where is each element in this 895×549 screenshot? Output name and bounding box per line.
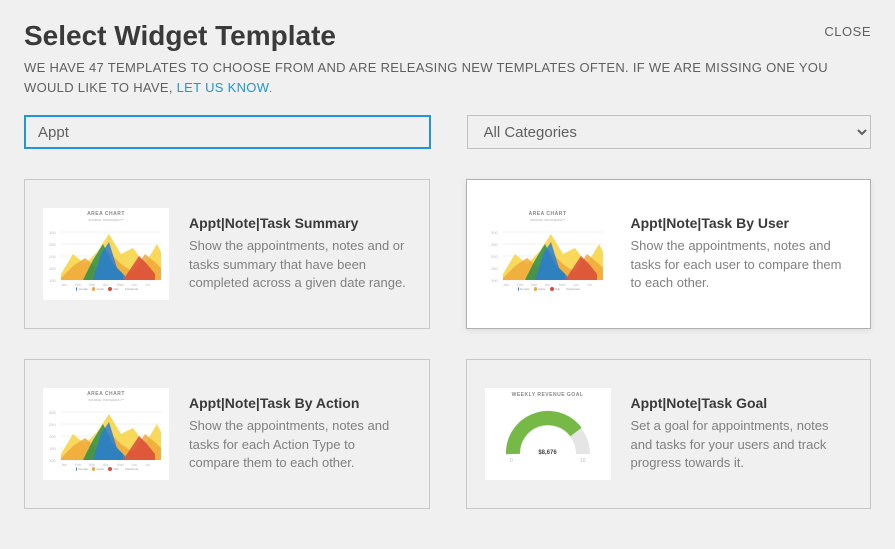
page-subtitle: WE HAVE 47 TEMPLATES TO CHOOSE FROM AND … [24,58,871,97]
svg-text:Apr: Apr [103,283,109,286]
svg-text:Feb: Feb [75,283,81,286]
svg-text:300: 300 [491,230,498,235]
card-content: Appt|Note|Task Summary Show the appointm… [189,215,409,294]
svg-text:Jul: Jul [145,283,150,286]
search-input[interactable] [24,115,431,149]
area-chart-icon: 300 250 200 150 100 JanFebMar AprMayJun … [47,224,165,286]
area-chart-thumbnail: AREA CHART SOURCE: INFOGRAPH™ 300 250 [43,388,169,480]
template-card[interactable]: AREA CHART SOURCE: INFOGRAPH™ 300 250 [466,179,872,329]
svg-text:300: 300 [49,230,56,235]
svg-text:250: 250 [49,422,56,427]
card-thumbnail: WEEKLY REVENUE GOAL 0 10 $8,676 [483,384,613,484]
svg-text:Mar: Mar [89,463,96,466]
let-us-know-link[interactable]: LET US KNOW [177,80,270,95]
svg-text:Jul: Jul [145,463,150,466]
area-chart-icon: 300 250 200 150 100 JanFebMar AprMayJun … [489,224,607,286]
svg-text:10: 10 [580,458,586,464]
area-chart-icon: 300 250 200 150 100 JanFebMar AprMayJun … [47,404,165,466]
svg-text:Feb: Feb [75,463,81,466]
svg-text:100: 100 [49,278,56,283]
card-content: Appt|Note|Task Goal Set a goal for appoi… [631,395,851,474]
svg-text:Jan: Jan [503,283,509,286]
svg-text:Apr: Apr [103,463,109,466]
template-card[interactable]: AREA CHART SOURCE: INFOGRAPH™ 300 250 [24,179,430,329]
card-thumbnail: AREA CHART SOURCE: INFOGRAPH™ 300 250 [483,204,613,304]
svg-text:May: May [117,463,124,466]
close-button[interactable]: CLOSE [824,24,871,39]
template-cards-grid: AREA CHART SOURCE: INFOGRAPH™ 300 250 [24,179,871,509]
card-title: Appt|Note|Task Goal [631,395,851,411]
thumb-legend: Google Apple Yelp Facebook [47,288,165,291]
svg-text:Mar: Mar [89,283,96,286]
subtitle-period: . [269,84,272,95]
svg-text:150: 150 [49,446,56,451]
card-title: Appt|Note|Task Summary [189,215,409,231]
card-description: Set a goal for appointments, notes and t… [631,417,851,474]
card-thumbnail: AREA CHART SOURCE: INFOGRAPH™ 300 250 [41,204,171,304]
area-chart-thumbnail: AREA CHART SOURCE: INFOGRAPH™ 300 250 [485,208,611,300]
thumb-subtitle: SOURCE: INFOGRAPH™ [489,218,607,222]
svg-text:200: 200 [49,434,56,439]
svg-text:Jun: Jun [131,463,137,466]
svg-text:250: 250 [49,242,56,247]
thumb-gauge-value: $8,676 [538,450,556,456]
thumb-subtitle: SOURCE: INFOGRAPH™ [47,218,165,222]
svg-text:300: 300 [49,410,56,415]
svg-text:100: 100 [491,278,498,283]
svg-text:100: 100 [49,458,56,463]
svg-text:Mar: Mar [531,283,538,286]
svg-text:Jan: Jan [61,463,67,466]
thumb-title: WEEKLY REVENUE GOAL [512,392,584,398]
svg-text:Feb: Feb [517,283,523,286]
card-thumbnail: AREA CHART SOURCE: INFOGRAPH™ 300 250 [41,384,171,484]
card-description: Show the appointments, notes and tasks f… [631,237,851,294]
svg-text:May: May [559,283,566,286]
gauge-chart-thumbnail: WEEKLY REVENUE GOAL 0 10 $8,676 [485,388,611,480]
svg-text:Jan: Jan [61,283,67,286]
card-title: Appt|Note|Task By Action [189,395,409,411]
subtitle-text: WE HAVE 47 TEMPLATES TO CHOOSE FROM AND … [24,60,828,95]
page-title: Select Widget Template [24,20,871,52]
svg-text:May: May [117,283,124,286]
svg-text:250: 250 [491,242,498,247]
card-title: Appt|Note|Task By User [631,215,851,231]
card-content: Appt|Note|Task By Action Show the appoin… [189,395,409,474]
svg-text:Apr: Apr [545,283,551,286]
thumb-legend: Google Apple Yelp Facebook [489,288,607,291]
svg-text:150: 150 [491,266,498,271]
svg-text:Jun: Jun [131,283,137,286]
template-card[interactable]: WEEKLY REVENUE GOAL 0 10 $8,676 Appt|Not… [466,359,872,509]
card-description: Show the appointments, notes and tasks f… [189,417,409,474]
card-description: Show the appointments, notes and or task… [189,237,409,294]
svg-text:200: 200 [491,254,498,259]
card-content: Appt|Note|Task By User Show the appointm… [631,215,851,294]
controls-row: All Categories [24,115,871,149]
svg-text:Jun: Jun [573,283,579,286]
svg-text:200: 200 [49,254,56,259]
svg-text:150: 150 [49,266,56,271]
template-card[interactable]: AREA CHART SOURCE: INFOGRAPH™ 300 250 [24,359,430,509]
category-select[interactable]: All Categories [467,115,872,149]
svg-text:0: 0 [510,458,513,464]
area-chart-thumbnail: AREA CHART SOURCE: INFOGRAPH™ 300 250 [43,208,169,300]
thumb-legend: Google Apple Yelp Facebook [47,468,165,471]
thumb-subtitle: SOURCE: INFOGRAPH™ [47,398,165,402]
svg-text:Jul: Jul [587,283,592,286]
